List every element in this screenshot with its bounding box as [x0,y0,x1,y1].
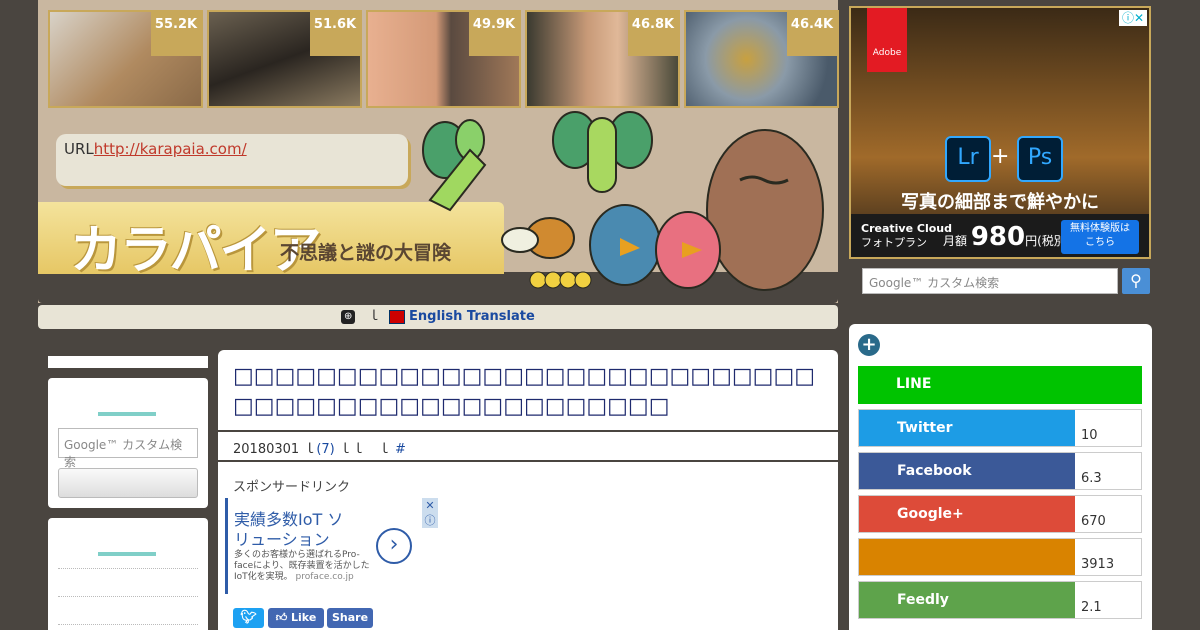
share-label: Google+ [859,496,1075,532]
popular-thumb-3[interactable]: 49.9K [366,10,521,108]
share-line-button[interactable]: LINE [858,366,1142,404]
tweet-button[interactable]: 🐦︎ [233,608,264,628]
share-twitter-button[interactable]: Twitter 10 [858,409,1142,447]
popular-thumb-4[interactable]: 46.8K [525,10,680,108]
article-meta: 20180301 ｌ(7) ｌｌ ｌ # [233,438,406,457]
article-date: 20180301 [233,442,300,457]
article-title[interactable]: □□□□□□□□□□□□□□□□□□□□□□□□□□□□□□□□□□□□□□□□… [233,362,825,422]
widget-divider [98,552,156,556]
view-count: 46.4K [787,12,837,56]
add-plus-icon[interactable]: + [858,334,880,356]
sponsored-label: スポンサードリンク [233,480,351,495]
share-count: 2.1 [1081,600,1102,615]
share-label: Feedly [859,582,1075,618]
tiny-chicks-icon [529,271,592,289]
site-url-link[interactable]: http://karapaia.com/ [94,140,247,158]
twitter-bird-icon: 🐦︎ [240,610,257,625]
url-prefix: URL [64,140,94,158]
winged-pickle-creature-icon [552,111,653,193]
free-trial-button[interactable]: 無料体験版は こちら [1061,220,1139,254]
trial-line1: 無料体験版は [1070,223,1130,234]
view-count: 46.8K [628,12,678,56]
orange-bird-icon [501,217,575,259]
facebook-share-button[interactable]: Share [327,608,373,628]
ad-product: Creative Cloud フォトプラン [861,222,952,250]
share-count: 3913 [1081,557,1115,572]
ad-price: 月額 980円(税別) [943,222,1071,252]
list-divider [58,596,198,597]
popular-thumb-2[interactable]: 51.6K [207,10,362,108]
share-facebook-button[interactable]: Facebook 6.3 [858,452,1142,490]
english-translate-link[interactable]: English Translate [409,309,535,324]
sidebar-search-input[interactable]: Google™ カスタム検索 [58,428,198,469]
photoshop-icon: Ps [1017,136,1063,182]
permalink-hash[interactable]: # [395,442,406,457]
separator: ｌｌ ｌ [338,442,391,457]
separator: ｌ [303,442,317,457]
iot-ad-description: 多くのお客様から選ばれるPro-faceにより、既存装置を活かしたIoT化を実現… [234,550,374,583]
divider [218,430,838,432]
url-box: URLhttp://karapaia.com/ [56,134,408,186]
divider [218,460,838,462]
list-divider [58,568,198,569]
globe-icon: ⊕ [341,309,356,324]
view-count: 51.6K [310,12,360,56]
plus-sign: + [991,144,1010,169]
adobe-logo: Adobe [867,8,907,72]
share-googleplus-button[interactable]: Google+ 670 [858,495,1142,533]
view-count: 55.2K [151,12,201,56]
uk-flag-icon [388,309,405,324]
list-divider [58,624,198,625]
sidebar-search-button[interactable] [58,468,198,498]
share-label: Facebook [859,453,1075,489]
popular-thumb-5[interactable]: 46.4K [684,10,839,108]
left-column-header [48,356,208,368]
iot-ad[interactable]: 実績多数IoT ソリューション 多くのお客様から選ばれるPro-faceにより、… [225,498,415,594]
widget-divider [98,412,156,416]
chevron-right-icon[interactable]: › [376,528,412,564]
share-feedly-button[interactable]: Feedly 2.1 [858,581,1142,619]
ad-close-icon[interactable]: ⓘ✕ [1119,10,1147,26]
translate-bar: ⊕ ｌ English Translate [38,305,838,329]
ad-footer: Creative Cloud フォトプラン 月額 980円(税別) 無料体験版は… [851,214,1149,257]
ad-product-line1: Creative Cloud [861,222,952,235]
ad-headline: 写真の細部まで鮮やかに [901,192,1099,213]
price-value: 980 [970,222,1026,252]
close-icon[interactable]: ✕ [425,499,434,512]
thumbs-up-icon: 👍︎ [275,611,288,624]
share-label: LINE [858,366,1142,404]
iot-ad-headline: 実績多数IoT ソリューション [234,510,344,549]
trial-line2: こちら [1085,237,1115,248]
comment-count-link[interactable]: (7) [316,442,334,457]
adobe-ad-banner[interactable]: Adobe ⓘ✕ Lr + Ps 写真の細部まで鮮やかに Creative Cl… [849,6,1151,259]
facebook-like-button[interactable]: 👍︎ Like [268,608,324,628]
view-count: 49.9K [469,12,519,56]
mascot-illustration [422,111,824,291]
share-label: Twitter [859,410,1075,446]
big-brown-creature-icon [706,129,824,291]
share-count: 6.3 [1081,471,1102,486]
like-label: Like [291,611,317,624]
header-search-input[interactable]: Google™ カスタム検索 [862,268,1118,294]
iot-ad-domain: proface.co.jp [295,572,354,582]
separator: ｌ [367,309,381,324]
share-count: 670 [1081,514,1106,529]
price-prefix: 月額 [943,234,968,248]
ad-product-line2: フォトプラン [861,236,927,249]
share-hatena-button[interactable]: 3913 [858,538,1142,576]
info-icon[interactable]: ⓘ [425,514,436,527]
search-icon[interactable]: ⚲ [1122,268,1150,294]
popular-thumb-1[interactable]: 55.2K [48,10,203,108]
butterfly-creature-icon [422,119,487,212]
lightroom-icon: Lr [945,136,991,182]
pink-bird-icon [655,211,721,289]
ad-choices-icon[interactable]: ✕ ⓘ [422,498,438,528]
left-links-widget [48,518,208,630]
share-label [859,539,1075,575]
share-count: 10 [1081,428,1098,443]
blue-bird-icon [589,204,661,286]
